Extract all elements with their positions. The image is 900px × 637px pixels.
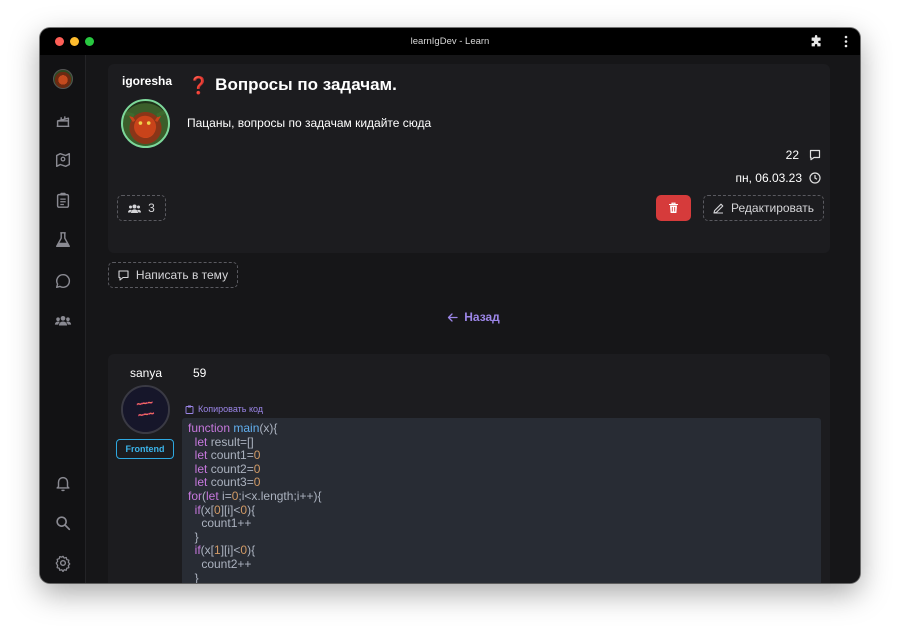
topic-date: пн, 06.03.23 bbox=[735, 171, 821, 185]
write-in-topic-button[interactable]: Написать в тему bbox=[108, 262, 238, 288]
map-icon[interactable] bbox=[53, 150, 73, 170]
code-token: 0 bbox=[253, 448, 261, 463]
title-bar: learnIgDev - Learn bbox=[40, 28, 860, 55]
back-link[interactable]: Назад bbox=[87, 310, 860, 324]
code-line: } bbox=[188, 570, 815, 583]
users-icon bbox=[128, 204, 142, 213]
code-line: let count3=0 bbox=[188, 476, 815, 490]
chat-icon[interactable] bbox=[53, 271, 73, 291]
code-line: for(let i=0;i<x.length;i++){ bbox=[188, 488, 815, 504]
comment-icon bbox=[118, 269, 129, 281]
edit-topic-button[interactable]: Редактировать bbox=[703, 195, 824, 221]
sidebar bbox=[40, 55, 86, 583]
code-line: function main(x){ bbox=[188, 421, 815, 436]
code-token: for bbox=[188, 488, 203, 503]
code-token: } bbox=[188, 570, 199, 583]
pencil-icon bbox=[713, 203, 724, 214]
code-token: 0 bbox=[253, 461, 261, 476]
post-likes-count: 59 bbox=[193, 366, 207, 380]
copy-code-button[interactable]: Копировать код bbox=[185, 404, 263, 414]
code-token: main bbox=[233, 421, 260, 435]
code-line: let count1=0 bbox=[188, 448, 815, 463]
code-token: ;i<x.length;i++){ bbox=[238, 488, 322, 503]
comment-icon bbox=[809, 149, 821, 161]
flask-icon[interactable] bbox=[53, 230, 73, 250]
code-token: result=[] bbox=[210, 434, 254, 449]
code-token: if bbox=[188, 543, 201, 558]
code-line: if(x[0][i]<0){ bbox=[188, 502, 815, 518]
code-token: (x[ bbox=[200, 543, 215, 558]
code-token: } bbox=[188, 529, 199, 544]
post-card: sanya 59 ~~~ ~~~ Frontend Копировать код … bbox=[108, 354, 830, 583]
topic-author-name[interactable]: igoresha bbox=[122, 74, 172, 88]
user-avatar[interactable] bbox=[53, 69, 73, 89]
code-token: let bbox=[188, 434, 211, 449]
code-token: function bbox=[188, 421, 234, 435]
code-token: count3= bbox=[210, 475, 254, 490]
code-token: count1++ bbox=[188, 516, 252, 531]
users-icon[interactable] bbox=[53, 311, 73, 331]
code-token: count1= bbox=[210, 448, 254, 463]
arrow-left-icon bbox=[448, 312, 458, 322]
back-label: Назад bbox=[464, 310, 500, 324]
code-token: (x[ bbox=[200, 502, 215, 517]
code-token: let bbox=[206, 488, 223, 503]
post-author-avatar[interactable]: ~~~ ~~~ bbox=[121, 385, 170, 434]
code-token: ][i]< bbox=[220, 502, 241, 517]
comment-count-value: 22 bbox=[785, 148, 799, 162]
app-window: learnIgDev - Learn igoresha ❓ Вопросы по… bbox=[40, 28, 860, 583]
question-mark-icon: ❓ bbox=[188, 75, 210, 95]
code-block[interactable]: function main(x){ let result=[] let coun… bbox=[182, 418, 821, 583]
code-token: let bbox=[188, 461, 211, 476]
code-token: i= bbox=[222, 488, 232, 503]
clipboard-icon bbox=[185, 405, 194, 414]
puzzle-icon[interactable] bbox=[810, 35, 823, 48]
main-content: igoresha ❓ Вопросы по задачам. Пацаны, в… bbox=[87, 55, 860, 583]
cake-icon[interactable] bbox=[53, 110, 73, 130]
topic-title: ❓ Вопросы по задачам. bbox=[188, 75, 397, 95]
topic-card: igoresha ❓ Вопросы по задачам. Пацаны, в… bbox=[108, 64, 830, 253]
bell-icon[interactable] bbox=[53, 473, 73, 493]
code-line: count1++ bbox=[188, 516, 815, 531]
topic-author-avatar[interactable] bbox=[121, 99, 170, 148]
edit-topic-label: Редактировать bbox=[731, 201, 814, 215]
post-author-badge: Frontend bbox=[116, 439, 174, 459]
code-line: count2++ bbox=[188, 556, 815, 572]
code-token: if bbox=[188, 502, 201, 517]
trash-icon bbox=[669, 202, 678, 213]
write-in-topic-label: Написать в тему bbox=[135, 268, 229, 282]
code-line: let result=[] bbox=[188, 434, 815, 450]
code-token: let bbox=[188, 475, 211, 490]
topic-title-text: Вопросы по задачам. bbox=[215, 75, 397, 94]
code-line: } bbox=[188, 529, 815, 545]
code-token: count2++ bbox=[188, 556, 252, 571]
window-title: learnIgDev - Learn bbox=[410, 36, 490, 47]
topic-body: Пацаны, вопросы по задачам кидайте сюда bbox=[187, 116, 432, 130]
clock-icon bbox=[809, 172, 821, 184]
code-token: ][i]< bbox=[220, 543, 241, 558]
members-count: 3 bbox=[148, 201, 155, 215]
code-token: let bbox=[188, 448, 211, 463]
kebab-menu-icon[interactable] bbox=[842, 35, 850, 48]
clipboard-icon[interactable] bbox=[53, 190, 73, 210]
copy-code-label: Копировать код bbox=[198, 404, 264, 414]
post-author-name[interactable]: sanya bbox=[117, 366, 175, 380]
delete-topic-button[interactable] bbox=[656, 195, 691, 221]
topic-comment-count: 22 bbox=[786, 148, 821, 162]
code-line: let count2=0 bbox=[188, 461, 815, 477]
code-token: 0 bbox=[214, 502, 221, 517]
code-line: if(x[1][i]<0){ bbox=[188, 544, 815, 558]
topic-date-value: пн, 06.03.23 bbox=[735, 171, 802, 185]
search-icon[interactable] bbox=[53, 513, 73, 533]
code-token: 0 bbox=[253, 475, 261, 490]
code-token: ){ bbox=[247, 502, 256, 517]
gear-icon[interactable] bbox=[53, 553, 73, 573]
code-token: count2= bbox=[210, 461, 254, 476]
code-token: (x){ bbox=[259, 421, 278, 435]
code-token: ){ bbox=[247, 543, 256, 558]
code-token: 1 bbox=[214, 543, 221, 558]
members-button[interactable]: 3 bbox=[117, 195, 166, 221]
